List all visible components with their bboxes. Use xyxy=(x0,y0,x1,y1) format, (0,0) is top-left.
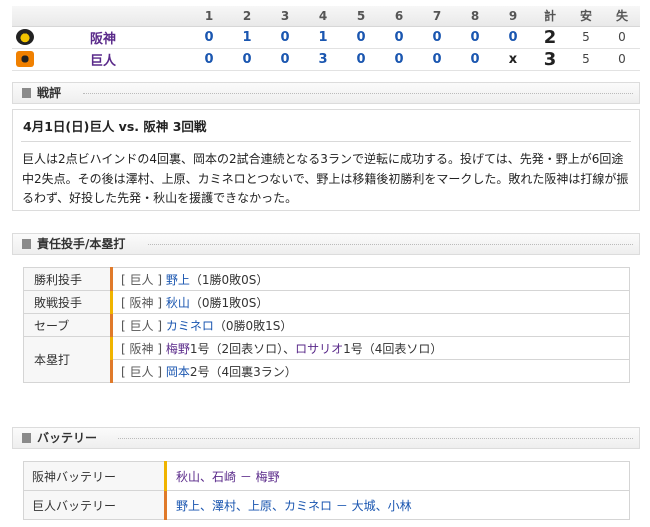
game-title: 4月1日(日)巨人 vs. 阪神 3回戦 xyxy=(23,119,207,134)
inning-score: 0 xyxy=(266,26,304,49)
win-pitcher-name[interactable]: 野上 xyxy=(166,273,190,287)
scoreboard-header-row: 1 2 3 4 5 6 7 8 9 計 安 失 xyxy=(12,6,640,27)
header-divider xyxy=(83,93,633,94)
review-header-label: 戦評 xyxy=(37,86,62,100)
team-row-giants: 巨人 0 0 0 3 0 0 0 0 x 3 5 0 xyxy=(12,48,640,71)
save-pitcher-row: セーブ [ 巨人 ] カミネロ（0勝0敗1S） xyxy=(23,313,630,337)
inning-score: 0 xyxy=(266,48,304,71)
homerun-detail: 1号（2回表ソロ） xyxy=(189,341,284,356)
inning-score: 0 xyxy=(342,48,380,71)
homerun-label: 本塁打 xyxy=(23,336,112,383)
review-text: 巨人は2点ビハインドの4回裏、岡本の2試合連続となる3ランで逆転に成功する。投げ… xyxy=(22,152,629,205)
battery-label: 阪神バッテリー xyxy=(23,461,166,491)
battery-players[interactable]: 秋山、石崎 － 梅野 xyxy=(176,470,280,484)
total-runs: 3 xyxy=(532,48,568,71)
pitchers-header: 責任投手/本塁打 xyxy=(12,233,640,255)
homerun-batter-name[interactable]: ロサリオ xyxy=(295,342,343,356)
errors-header: 失 xyxy=(604,6,640,27)
inning-header: 6 xyxy=(380,6,418,27)
inning-score: 0 xyxy=(456,26,494,49)
homerun-detail: 1号（4回表ソロ） xyxy=(343,341,443,356)
tigers-logo-icon xyxy=(16,29,34,45)
homerun-batter-name[interactable]: 梅野 xyxy=(166,342,190,356)
save-pitcher-record: （0勝0敗1S） xyxy=(213,318,293,333)
inning-header: 9 xyxy=(494,6,532,27)
scoreboard: 1 2 3 4 5 6 7 8 9 計 安 失 阪神 0 1 0 1 0 0 0… xyxy=(12,6,640,71)
team-tag: 巨人 xyxy=(129,364,154,379)
inning-header: 1 xyxy=(190,6,228,27)
inning-score: 0 xyxy=(342,26,380,49)
battery-row-hanshin: 阪神バッテリー 秋山、石崎 － 梅野 xyxy=(23,461,630,491)
battery-row-giants: 巨人バッテリー 野上、澤村、上原、カミネロ － 大城、小林 xyxy=(23,490,630,520)
total-runs: 2 xyxy=(532,26,568,49)
win-pitcher-row: 勝利投手 [ 巨人 ] 野上（1勝0敗0S） xyxy=(23,267,630,291)
loss-pitcher-record: （0勝1敗0S） xyxy=(189,295,269,310)
inning-score: 0 xyxy=(494,26,532,49)
battery-table: 阪神バッテリー 秋山、石崎 － 梅野 巨人バッテリー 野上、澤村、上原、カミネロ… xyxy=(23,461,630,520)
homerun-batter-name[interactable]: 岡本 xyxy=(166,365,190,379)
pitchers-table: 勝利投手 [ 巨人 ] 野上（1勝0敗0S） 敗戦投手 [ 阪神 ] 秋山（0勝… xyxy=(23,267,630,383)
loss-pitcher-name[interactable]: 秋山 xyxy=(166,296,190,310)
pitchers-header-label: 責任投手/本塁打 xyxy=(37,237,126,251)
team-tag: 阪神 xyxy=(129,295,154,310)
inning-score: 0 xyxy=(456,48,494,71)
inning-score: 3 xyxy=(304,48,342,71)
inning-score: 0 xyxy=(380,48,418,71)
title-divider xyxy=(21,141,631,142)
inning-score: 0 xyxy=(380,26,418,49)
battery-header: バッテリー xyxy=(12,427,640,449)
win-pitcher-record: （1勝0敗0S） xyxy=(189,272,269,287)
loss-pitcher-row: 敗戦投手 [ 阪神 ] 秋山（0勝1敗0S） xyxy=(23,290,630,314)
inning-header: 2 xyxy=(228,6,266,27)
team-name[interactable]: 阪神 xyxy=(38,26,190,49)
team-tag: 巨人 xyxy=(129,272,154,287)
battery-header-label: バッテリー xyxy=(37,431,98,445)
save-pitcher-name[interactable]: カミネロ xyxy=(166,319,214,333)
giants-logo-icon xyxy=(16,51,34,67)
battery-label: 巨人バッテリー xyxy=(23,490,166,520)
inning-score: 0 xyxy=(190,26,228,49)
hits-header: 安 xyxy=(568,6,604,27)
total-hits: 5 xyxy=(568,26,604,49)
inning-header: 8 xyxy=(456,6,494,27)
inning-header: 5 xyxy=(342,6,380,27)
header-divider xyxy=(148,244,633,245)
review-panel: 4月1日(日)巨人 vs. 阪神 3回戦 巨人は2点ビハインドの4回裏、岡本の2… xyxy=(12,109,640,211)
total-hits: 5 xyxy=(568,48,604,71)
inning-score: 0 xyxy=(228,48,266,71)
header-divider xyxy=(118,438,633,439)
homerun-row: 本塁打 [ 阪神 ] 梅野1号（2回表ソロ）、ロサリオ1号（4回表ソロ） xyxy=(23,336,630,383)
team-name[interactable]: 巨人 xyxy=(38,48,190,71)
homerun-detail: 2号（4回裏3ラン） xyxy=(189,364,297,379)
save-pitcher-label: セーブ xyxy=(23,313,112,337)
inning-score: 0 xyxy=(418,48,456,71)
inning-score: 1 xyxy=(228,26,266,49)
inning-header: 4 xyxy=(304,6,342,27)
inning-score: 0 xyxy=(190,48,228,71)
team-row-hanshin: 阪神 0 1 0 1 0 0 0 0 0 2 5 0 xyxy=(12,26,640,49)
inning-score: 0 xyxy=(418,26,456,49)
team-tag: 巨人 xyxy=(129,318,154,333)
battery-players[interactable]: 野上、澤村、上原、カミネロ － 大城、小林 xyxy=(176,499,412,513)
review-header: 戦評 xyxy=(12,82,640,104)
total-header: 計 xyxy=(532,6,568,27)
inning-score: 1 xyxy=(304,26,342,49)
total-errors: 0 xyxy=(604,26,640,49)
inning-header: 3 xyxy=(266,6,304,27)
win-pitcher-label: 勝利投手 xyxy=(23,267,112,291)
total-errors: 0 xyxy=(604,48,640,71)
inning-header: 7 xyxy=(418,6,456,27)
team-tag: 阪神 xyxy=(129,341,154,356)
homerun-row: [ 巨人 ] 岡本2号（4回裏3ラン） xyxy=(24,359,630,383)
loss-pitcher-label: 敗戦投手 xyxy=(23,290,112,314)
inning-score: x xyxy=(494,48,532,71)
